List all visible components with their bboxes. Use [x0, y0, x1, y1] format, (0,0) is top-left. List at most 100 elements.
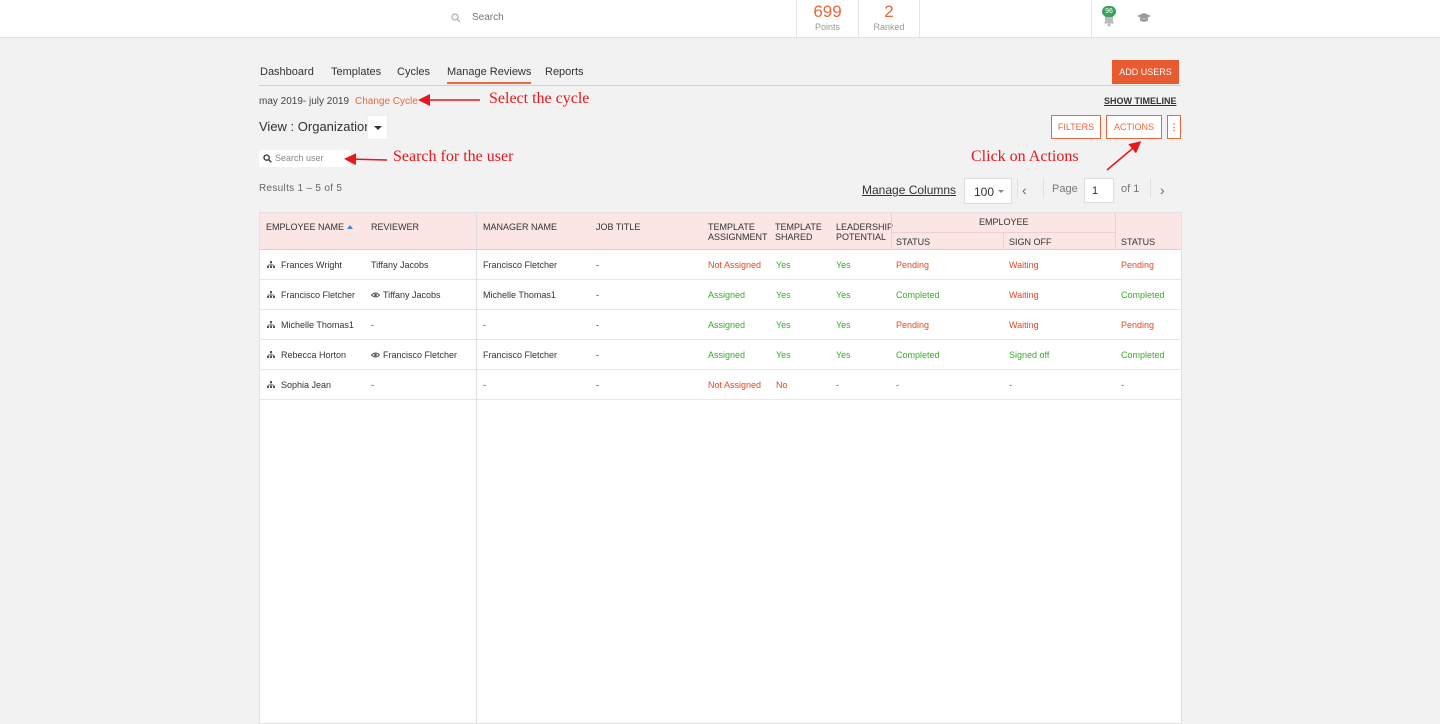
col-job-title[interactable]: JOB TITLE — [596, 222, 640, 232]
job-title-cell: - — [596, 320, 599, 330]
template-assignment-cell-text: Assigned — [708, 350, 746, 360]
org-chart-icon[interactable] — [267, 321, 275, 328]
header-divider — [1115, 213, 1116, 250]
employee-status-cell-text: - — [896, 380, 899, 390]
leadership-potential-cell: - — [836, 380, 839, 390]
status-cell-text: Completed — [1121, 350, 1165, 360]
col-template-shared[interactable]: TEMPLATE SHARED — [775, 222, 822, 242]
employee-name-cell[interactable]: Frances Wright — [281, 260, 342, 270]
ranked-value: 2 — [884, 2, 894, 21]
tab-manage-reviews[interactable]: Manage Reviews — [447, 66, 532, 84]
prev-page-button[interactable]: ‹ — [1022, 182, 1027, 198]
employee-name-cell[interactable]: Francisco Fletcher — [281, 290, 355, 300]
topbar-divider — [1091, 0, 1092, 38]
col-employee-status[interactable]: STATUS — [896, 237, 930, 247]
view-dropdown-button[interactable] — [367, 115, 388, 140]
template-assignment-cell: Assigned — [708, 290, 745, 300]
search-user-input[interactable]: Search user — [259, 150, 351, 167]
header-group-divider — [892, 232, 1116, 233]
table-header: EMPLOYEE NAME REVIEWER MANAGER NAME JOB … — [260, 213, 1181, 250]
col-template-shared-line1: TEMPLATE — [775, 222, 822, 232]
col-employee-name[interactable]: EMPLOYEE NAME — [266, 222, 354, 232]
template-shared-cell: Yes — [776, 350, 791, 360]
tab-dashboard[interactable]: Dashboard — [260, 66, 314, 78]
search-icon — [451, 13, 461, 23]
job-title-cell: - — [596, 290, 599, 300]
employee-status-cell-text: Completed — [896, 290, 940, 300]
search-icon — [263, 154, 272, 163]
sign-off-cell-text: Waiting — [1009, 290, 1039, 300]
employee-name-cell[interactable]: Michelle Thomas1 — [281, 320, 354, 330]
org-chart-icon[interactable] — [267, 381, 275, 388]
tab-reports[interactable]: Reports — [545, 66, 584, 78]
org-chart-icon[interactable] — [267, 351, 275, 358]
more-options-button[interactable]: ⋮ — [1167, 115, 1181, 139]
sort-asc-icon — [347, 225, 354, 229]
sign-off-cell-text: Signed off — [1009, 350, 1050, 360]
next-page-button[interactable]: › — [1160, 182, 1165, 198]
eye-icon — [371, 352, 380, 358]
page-number-input[interactable]: 1 — [1084, 178, 1114, 203]
col-leadership-potential[interactable]: LEADERSHIP POTENTIAL — [836, 222, 893, 242]
job-title-cell-text: - — [596, 380, 599, 390]
col-template-assignment[interactable]: TEMPLATE ASSIGNMENT — [708, 222, 768, 242]
employee-name-cell[interactable]: Sophia Jean — [281, 380, 331, 390]
filters-button[interactable]: FILTERS — [1051, 115, 1101, 139]
col-sign-off[interactable]: SIGN OFF — [1009, 237, 1052, 247]
sign-off-cell-text: Waiting — [1009, 320, 1039, 330]
tab-templates[interactable]: Templates — [331, 66, 381, 78]
page-label: Page — [1052, 183, 1078, 195]
view-selector-label: View : Organization — [259, 119, 372, 134]
points-label: Points — [814, 22, 840, 32]
leadership-potential-cell-text: Yes — [836, 320, 851, 330]
notifications-button[interactable]: 96 — [1100, 6, 1120, 28]
col-reviewer[interactable]: REVIEWER — [371, 222, 419, 232]
reviewer-cell-text: - — [371, 380, 374, 390]
status-cell: Pending — [1121, 320, 1154, 330]
sign-off-cell: Waiting — [1009, 320, 1039, 330]
template-assignment-cell-text: Assigned — [708, 290, 746, 300]
global-search-input[interactable]: Search — [472, 12, 504, 23]
notification-badge: 96 — [1102, 6, 1116, 17]
show-timeline-link[interactable]: SHOW TIMELINE — [1104, 96, 1177, 106]
org-chart-icon[interactable] — [267, 261, 275, 268]
points-stat[interactable]: 699 Points — [796, 0, 858, 38]
template-assignment-cell: Assigned — [708, 320, 745, 330]
manage-columns-link[interactable]: Manage Columns — [862, 183, 956, 197]
change-cycle-link[interactable]: Change Cycle — [355, 96, 418, 107]
col-template-assignment-line2: ASSIGNMENT — [708, 232, 768, 242]
employee-name-cell-text: Rebecca Horton — [281, 350, 347, 360]
col-leadership-line2: POTENTIAL — [836, 232, 887, 242]
leadership-potential-cell-text: Yes — [836, 260, 851, 270]
graduation-cap-icon[interactable] — [1137, 12, 1151, 24]
job-title-cell-text: - — [596, 320, 599, 330]
pagination-divider — [1043, 178, 1044, 198]
per-page-select[interactable]: 100 — [964, 178, 1012, 204]
status-cell: Completed — [1121, 350, 1165, 360]
arrow-click-actions — [1106, 141, 1142, 171]
ranked-stat[interactable]: 2 Ranked — [858, 0, 920, 38]
template-shared-cell: No — [776, 380, 788, 390]
table-row[interactable]: Sophia Jean - - - Not Assigned No - - - - — [260, 370, 1181, 400]
org-chart-icon[interactable] — [267, 291, 275, 298]
reviewer-cell-text: Francisco Fletcher — [383, 350, 458, 360]
table-row[interactable]: Frances Wright Tiffany Jacobs Francisco Fl… — [260, 250, 1181, 280]
col-manager-name[interactable]: MANAGER NAME — [483, 222, 557, 232]
employee-name-cell-text: Frances Wright — [281, 260, 342, 270]
template-shared-cell: Yes — [776, 320, 791, 330]
table-row[interactable]: Francisco Fletcher Tiffany Jacobs Michelle… — [260, 280, 1181, 310]
add-users-button[interactable]: ADD USERS — [1112, 60, 1179, 84]
employee-name-cell[interactable]: Rebecca Horton — [281, 350, 346, 360]
actions-button[interactable]: ACTIONS — [1106, 115, 1162, 139]
per-page-value: 100 — [974, 185, 995, 199]
col-status[interactable]: STATUS — [1121, 237, 1155, 247]
table-row[interactable]: Rebecca Horton Francisco Fletcher Francisc… — [260, 340, 1181, 370]
cycle-range: may 2019- july 2019 — [259, 96, 350, 107]
manager-name-cell: Michelle Thomas1 — [483, 290, 556, 300]
points-value: 699 — [813, 2, 842, 21]
job-title-cell: - — [596, 350, 599, 360]
tab-cycles[interactable]: Cycles — [397, 66, 430, 78]
table-row[interactable]: Michelle Thomas1 - - - Assigned Yes Yes Pending… — [260, 310, 1181, 340]
tabs-divider — [259, 85, 1181, 86]
leadership-potential-cell-text: - — [836, 380, 839, 390]
